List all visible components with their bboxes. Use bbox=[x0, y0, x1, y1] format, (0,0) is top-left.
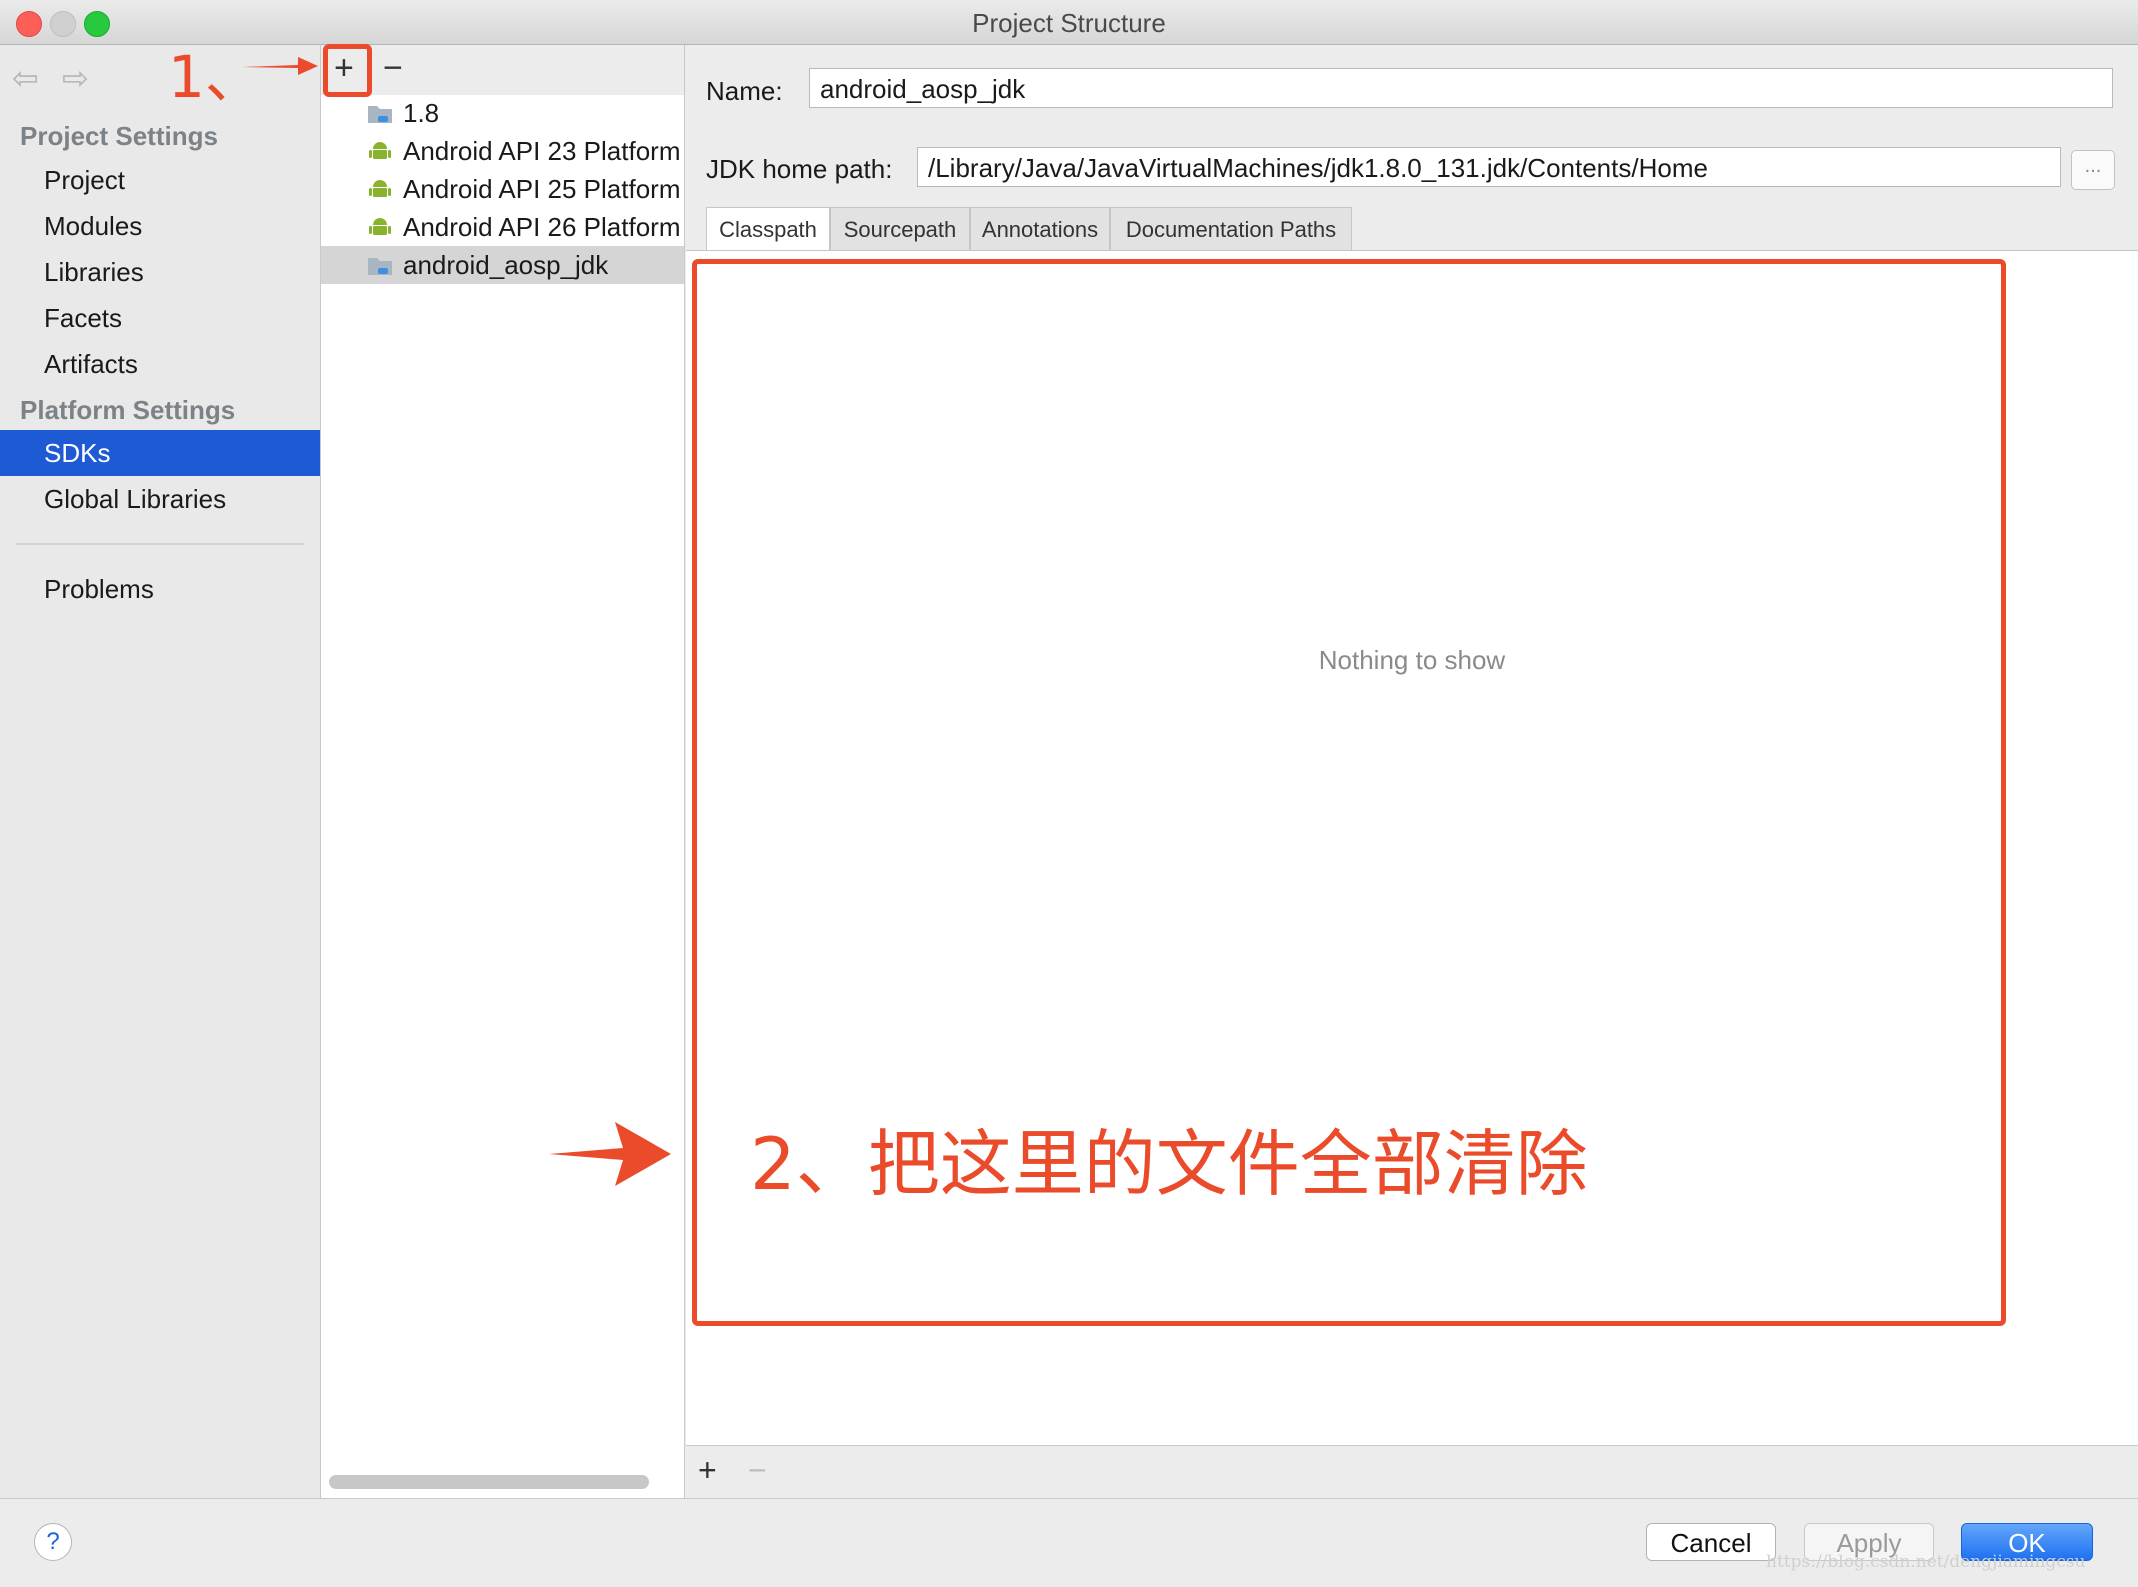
tab-classpath[interactable]: Classpath bbox=[706, 207, 830, 251]
sdk-item-android-api-23[interactable]: Android API 23 Platform bbox=[321, 132, 684, 170]
sidebar-item-problems[interactable]: Problems bbox=[0, 566, 320, 612]
annotation-arrow-2-icon bbox=[549, 1122, 671, 1186]
sdk-item-android-aosp-jdk[interactable]: android_aosp_jdk bbox=[321, 246, 684, 284]
sdk-list-toolbar: + − bbox=[321, 45, 684, 95]
annotation-arrow-1-icon bbox=[242, 57, 318, 75]
android-icon bbox=[369, 142, 391, 159]
dialog-button-bar: ? Cancel Apply OK bbox=[0, 1498, 2138, 1587]
annotation-step-2-label: 2、把这里的文件全部清除 bbox=[750, 1122, 1588, 1206]
sidebar-item-modules[interactable]: Modules bbox=[0, 203, 320, 249]
name-field[interactable]: android_aosp_jdk bbox=[809, 68, 2113, 108]
window-title: Project Structure bbox=[972, 8, 1166, 38]
watermark: https://blog.csdn.net/dengjiamingcsu bbox=[1766, 1552, 2086, 1572]
cancel-button[interactable]: Cancel bbox=[1646, 1523, 1776, 1561]
android-icon bbox=[369, 180, 391, 197]
classpath-toolbar: + − bbox=[686, 1445, 2138, 1499]
tab-annotations[interactable]: Annotations bbox=[970, 207, 1110, 251]
annotation-add-button-highlight bbox=[323, 44, 372, 97]
forward-arrow-icon[interactable]: ⇨ bbox=[62, 59, 89, 97]
browse-jdk-path-button[interactable]: ... bbox=[2071, 150, 2115, 190]
settings-sidebar: ⇦ ⇨ Project Settings Project Modules Lib… bbox=[0, 45, 321, 1498]
title-bar: Project Structure bbox=[0, 0, 2138, 45]
remove-classpath-button[interactable]: − bbox=[748, 1454, 767, 1486]
name-label: Name: bbox=[706, 76, 783, 106]
sdk-item-android-api-25[interactable]: Android API 25 Platform bbox=[321, 170, 684, 208]
jdk-folder-icon bbox=[368, 106, 392, 123]
sdk-list-panel: + − 1.8 Android API 23 Platform Android … bbox=[321, 45, 685, 1498]
sidebar-item-project[interactable]: Project bbox=[0, 157, 320, 203]
sidebar-item-libraries[interactable]: Libraries bbox=[0, 249, 320, 295]
sidebar-item-facets[interactable]: Facets bbox=[0, 295, 320, 341]
sidebar-item-sdks[interactable]: SDKs bbox=[0, 430, 320, 476]
back-arrow-icon[interactable]: ⇦ bbox=[12, 59, 39, 97]
project-settings-header: Project Settings bbox=[20, 121, 218, 151]
help-button[interactable]: ? bbox=[34, 1523, 72, 1561]
tab-sourcepath[interactable]: Sourcepath bbox=[830, 207, 970, 251]
sdk-item-android-api-26[interactable]: Android API 26 Platform bbox=[321, 208, 684, 246]
add-classpath-button[interactable]: + bbox=[698, 1454, 717, 1486]
android-icon bbox=[369, 218, 391, 235]
sdk-item-1-8[interactable]: 1.8 bbox=[321, 94, 684, 132]
jdk-home-path-field[interactable]: /Library/Java/JavaVirtualMachines/jdk1.8… bbox=[917, 147, 2061, 187]
sidebar-divider bbox=[16, 543, 304, 545]
sidebar-item-global-libraries[interactable]: Global Libraries bbox=[0, 476, 320, 522]
platform-settings-header: Platform Settings bbox=[20, 395, 236, 425]
tab-documentation-paths[interactable]: Documentation Paths bbox=[1110, 207, 1352, 251]
jdk-folder-icon bbox=[368, 258, 392, 275]
sidebar-item-artifacts[interactable]: Artifacts bbox=[0, 341, 320, 387]
sdk-list-horizontal-scrollbar[interactable] bbox=[329, 1475, 649, 1489]
remove-sdk-button[interactable]: − bbox=[383, 51, 403, 85]
jdk-home-path-label: JDK home path: bbox=[706, 154, 893, 184]
